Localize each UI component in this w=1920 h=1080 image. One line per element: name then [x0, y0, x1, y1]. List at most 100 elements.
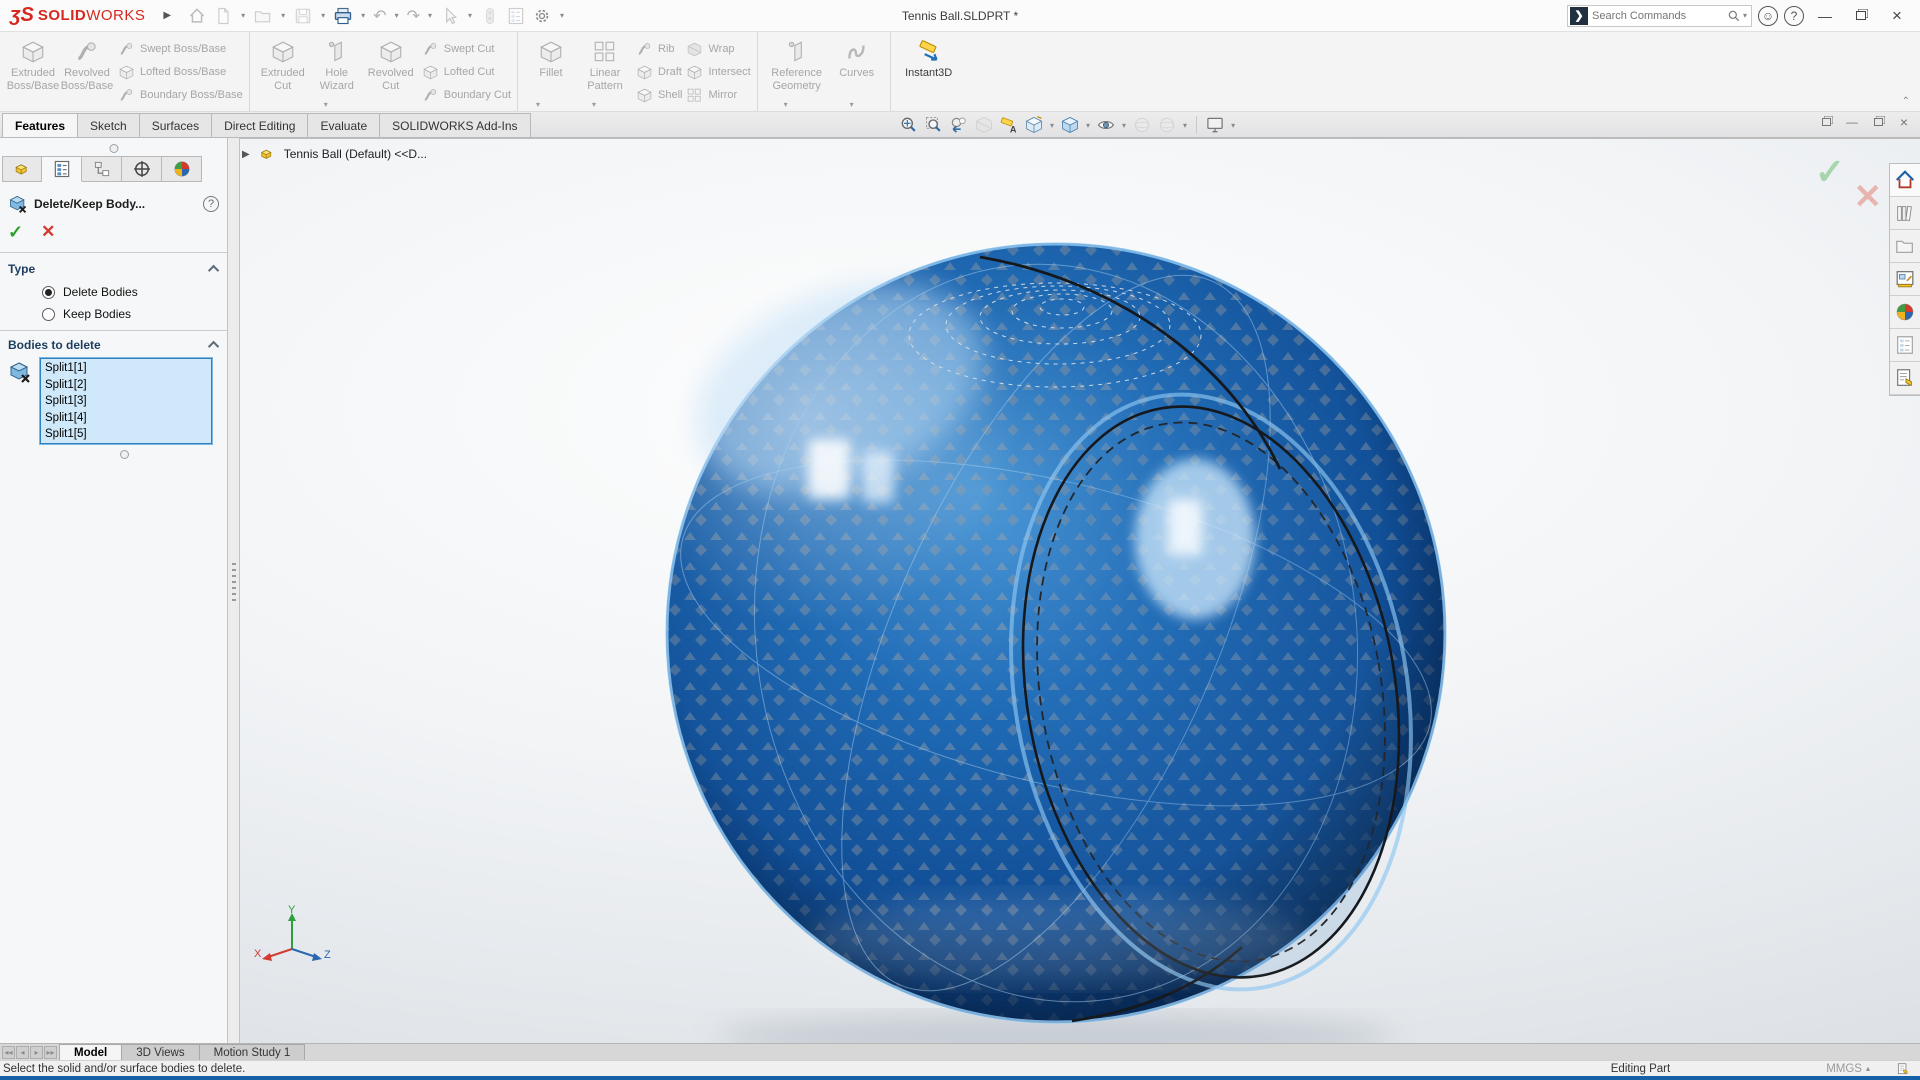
- revolved-cut-button[interactable]: Revolved Cut: [364, 36, 418, 92]
- list-resize-handle[interactable]: [120, 450, 129, 459]
- tab-features[interactable]: Features: [2, 113, 78, 137]
- zoom-to-fit-icon[interactable]: [898, 114, 920, 136]
- property-manager-tab[interactable]: [42, 156, 82, 182]
- search-input[interactable]: [1592, 10, 1725, 22]
- tab-solidworks-addins[interactable]: SOLIDWORKS Add-Ins: [379, 113, 530, 137]
- list-item[interactable]: Split1[4]: [45, 410, 211, 427]
- keep-bodies-radio[interactable]: Keep Bodies: [42, 307, 131, 321]
- feature-manager-tab[interactable]: [2, 156, 42, 182]
- curves-button[interactable]: Curves: [830, 36, 884, 80]
- open-button[interactable]: [251, 3, 275, 29]
- delete-bodies-radio[interactable]: Delete Bodies: [42, 285, 138, 299]
- hole-wizard-flyout-icon[interactable]: ▾: [324, 100, 328, 109]
- save-button[interactable]: [291, 3, 315, 29]
- user-account-icon[interactable]: ☺: [1758, 6, 1778, 26]
- view-orientation-icon[interactable]: [1023, 114, 1045, 136]
- tab-motion-study-1[interactable]: Motion Study 1: [199, 1044, 306, 1060]
- print-dropdown-icon[interactable]: ▾: [361, 11, 365, 20]
- instant3d-button[interactable]: Instant3D: [897, 36, 961, 80]
- refgeo-flyout-icon[interactable]: ▾: [784, 100, 788, 109]
- type-collapse-icon[interactable]: [208, 265, 219, 276]
- rib-button[interactable]: Rib: [636, 40, 682, 58]
- linear-pattern-button[interactable]: Linear Pattern: [578, 36, 632, 92]
- feature-tree-flyout[interactable]: ▶ Tennis Ball (Default) <<D...: [242, 145, 427, 163]
- home-icon[interactable]: [1890, 164, 1920, 197]
- wrap-button[interactable]: Wrap: [686, 40, 750, 58]
- quick-tips-icon[interactable]: [1896, 1062, 1910, 1076]
- scroll-last-icon[interactable]: ▸▸: [44, 1046, 57, 1059]
- tab-model[interactable]: Model: [59, 1044, 122, 1060]
- design-library-icon[interactable]: [1890, 197, 1920, 230]
- zoom-to-area-icon[interactable]: [923, 114, 945, 136]
- search-commands-box[interactable]: ❯ ▾: [1567, 5, 1752, 27]
- graphics-viewport[interactable]: ▶ Tennis Ball (Default) <<D... ✓ ✕: [240, 138, 1920, 1043]
- doc-restore-left-icon[interactable]: [1818, 114, 1834, 130]
- boundary-cut-button[interactable]: Boundary Cut: [422, 86, 511, 104]
- boundary-boss-base-button[interactable]: Boundary Boss/Base: [118, 86, 243, 104]
- view-settings-icon[interactable]: [1204, 114, 1226, 136]
- bodies-to-delete-list[interactable]: Split1[1] Split1[2] Split1[3] Split1[4] …: [40, 358, 212, 444]
- solidworks-resources-icon[interactable]: [1890, 362, 1920, 395]
- redo-button[interactable]: ↷: [405, 3, 422, 29]
- custom-properties-icon[interactable]: [1890, 329, 1920, 362]
- fillet-button[interactable]: Fillet: [524, 36, 578, 80]
- options-list-button[interactable]: [504, 3, 528, 29]
- selection-filter-button[interactable]: [478, 3, 502, 29]
- swept-boss-base-button[interactable]: Swept Boss/Base: [118, 40, 243, 58]
- select-button[interactable]: [438, 3, 462, 29]
- type-group-header[interactable]: Type: [8, 262, 219, 276]
- hide-show-dropdown-icon[interactable]: ▾: [1122, 121, 1126, 130]
- save-dropdown-icon[interactable]: ▾: [321, 11, 325, 20]
- open-dropdown-icon[interactable]: ▾: [281, 11, 285, 20]
- draft-button[interactable]: Draft: [636, 63, 682, 81]
- display-style-dropdown-icon[interactable]: ▾: [1086, 121, 1090, 130]
- apply-scene-dropdown-icon[interactable]: ▾: [1183, 121, 1187, 130]
- mirror-button[interactable]: Mirror: [686, 86, 750, 104]
- units-selector[interactable]: MMGS ▴: [1826, 1063, 1870, 1075]
- view-palette-icon[interactable]: [1890, 263, 1920, 296]
- reference-geometry-button[interactable]: Reference Geometry: [764, 36, 830, 92]
- tree-root-label[interactable]: Tennis Ball (Default) <<D...: [284, 147, 427, 161]
- scroll-left-icon[interactable]: ◂: [16, 1046, 29, 1059]
- options-gear-button[interactable]: [530, 3, 554, 29]
- list-item[interactable]: Split1[5]: [45, 426, 211, 443]
- radio-unselected-icon[interactable]: [42, 308, 55, 321]
- ok-button[interactable]: ✓: [8, 222, 23, 243]
- curves-flyout-icon[interactable]: ▾: [850, 100, 854, 109]
- help-icon[interactable]: ?: [203, 196, 219, 212]
- list-item[interactable]: Split1[2]: [45, 377, 211, 394]
- tab-surfaces[interactable]: Surfaces: [139, 113, 212, 137]
- bodies-collapse-icon[interactable]: [208, 341, 219, 352]
- tab-sketch[interactable]: Sketch: [77, 113, 140, 137]
- display-style-icon[interactable]: [1059, 114, 1081, 136]
- minimize-button[interactable]: —: [1810, 4, 1840, 28]
- close-button[interactable]: ×: [1882, 4, 1912, 28]
- list-item[interactable]: Split1[3]: [45, 393, 211, 410]
- confirm-cancel-corner-icon[interactable]: ✕: [1854, 177, 1883, 217]
- extruded-cut-button[interactable]: Extruded Cut: [256, 36, 310, 92]
- help-icon[interactable]: ?: [1784, 6, 1804, 26]
- display-manager-tab[interactable]: [162, 156, 202, 182]
- tennis-ball-model[interactable]: [240, 139, 1890, 1043]
- scroll-right-icon[interactable]: ▸: [30, 1046, 43, 1059]
- undo-button[interactable]: ↶: [371, 3, 388, 29]
- print-button[interactable]: [331, 3, 355, 29]
- list-item[interactable]: Split1[1]: [45, 360, 211, 377]
- select-dropdown-icon[interactable]: ▾: [468, 11, 472, 20]
- panel-splitter[interactable]: [228, 138, 240, 1043]
- view-orientation-dropdown-icon[interactable]: ▾: [1050, 121, 1054, 130]
- confirm-ok-corner-icon[interactable]: ✓: [1815, 151, 1845, 193]
- restore-button[interactable]: [1846, 4, 1876, 28]
- appearances-icon[interactable]: [1890, 296, 1920, 329]
- doc-restore-icon[interactable]: [1870, 114, 1886, 130]
- ribbon-collapse-icon[interactable]: ⌃: [1902, 96, 1910, 107]
- brand-expand-arrow-icon[interactable]: ▶: [163, 10, 171, 21]
- tab-3d-views[interactable]: 3D Views: [121, 1044, 199, 1060]
- panel-resize-handle[interactable]: [109, 144, 118, 153]
- file-explorer-icon[interactable]: [1890, 230, 1920, 263]
- radio-selected-icon[interactable]: [42, 286, 55, 299]
- swept-cut-button[interactable]: Swept Cut: [422, 40, 511, 58]
- undo-dropdown-icon[interactable]: ▾: [395, 11, 399, 20]
- tree-expand-icon[interactable]: ▶: [242, 149, 250, 160]
- lofted-cut-button[interactable]: Lofted Cut: [422, 63, 511, 81]
